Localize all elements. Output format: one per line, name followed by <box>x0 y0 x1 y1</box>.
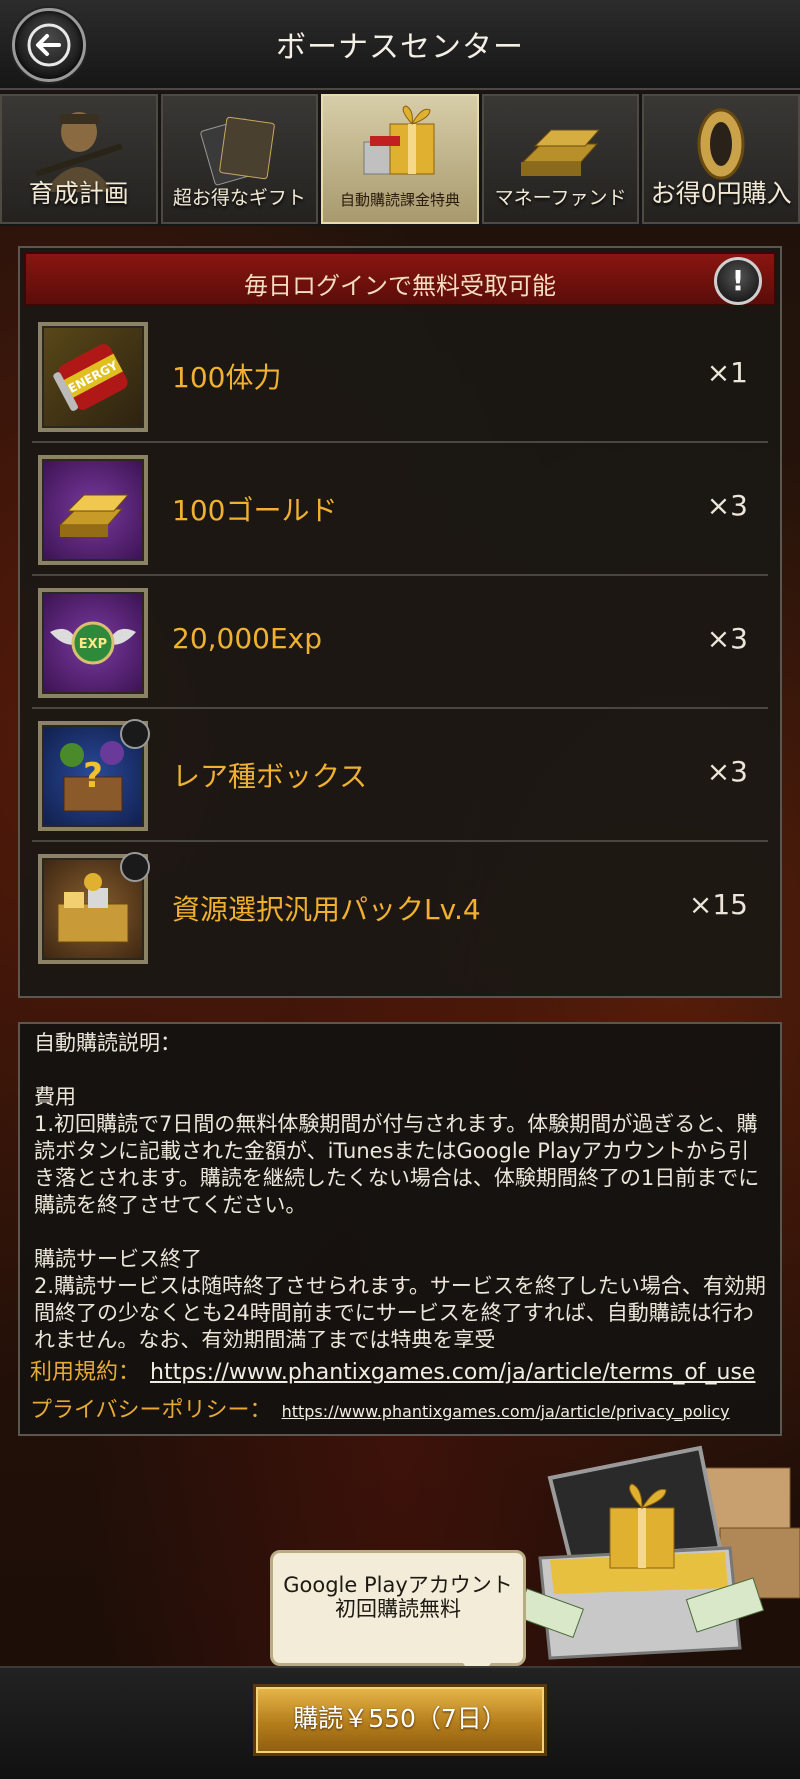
subscription-description-panel: 自動購読説明： 費用 1.初回購読で7日間の無料体験期間が付与されます。体験期間… <box>18 1022 782 1436</box>
terms-row: 利用規約： https://www.phantixgames.com/ja/art… <box>30 1354 770 1392</box>
reward-quantity: ×3 <box>706 755 748 788</box>
resource-pack-icon[interactable] <box>38 852 150 964</box>
reward-quantity: ×3 <box>706 489 748 522</box>
reward-quantity: ×1 <box>706 356 748 389</box>
cancellation-text: 2.購読サービスは随時終了させられます。サービスを終了したい場合、有効期間終了の… <box>34 1274 766 1348</box>
reward-row: 資源選択汎用パックLv.4 ×15 <box>32 842 768 975</box>
gold-bars-icon <box>520 129 600 176</box>
reward-name: 資源選択汎用パックLv.4 <box>172 893 481 926</box>
tab-money-fund[interactable]: マネーファンド <box>481 94 640 224</box>
reward-row: 100ゴールド ×3 <box>32 443 768 576</box>
banner-text: 毎日ログインで無料受取可能 <box>244 272 556 300</box>
rewards-panel: 毎日ログインで無料受取可能 ! ENERGY 100体力 ×1 100ゴールド … <box>18 246 782 998</box>
daily-login-banner: 毎日ログインで無料受取可能 ! <box>24 252 776 306</box>
footer-bar: 購読￥550（7日） <box>0 1666 800 1779</box>
reward-name: レア種ボックス <box>172 760 368 793</box>
info-button[interactable]: ! <box>714 257 762 305</box>
reward-quantity: ×15 <box>688 888 748 921</box>
tab-label: マネーファンド <box>494 187 627 209</box>
gift-box-icon <box>363 105 435 175</box>
energy-can-icon[interactable]: ENERGY <box>38 322 148 432</box>
tab-label: 超お得なギフト <box>172 187 306 209</box>
reward-name: 100ゴールド <box>172 494 338 527</box>
reward-quantity: ×3 <box>706 622 748 655</box>
subscribe-button[interactable]: 購読￥550（7日） <box>253 1684 547 1756</box>
cancellation-heading: 購読サービス終了 <box>34 1247 202 1271</box>
tab-label: 育成計画 <box>28 179 129 208</box>
cost-text: 1.初回購読で7日間の無料体験期間が付与されます。体験期間が過ぎると、購読ボタン… <box>34 1112 760 1217</box>
tab-auto-subscription[interactable]: 自動購読課金特典 <box>321 94 479 224</box>
tab-zero-yen-purchase[interactable]: お得0円購入 <box>642 94 800 224</box>
description-scroll-area[interactable]: 自動購読説明： 費用 1.初回購読で7日間の無料体験期間が付与されます。体験期間… <box>34 1030 766 1348</box>
privacy-label: プライバシーポリシー： <box>30 1398 272 1423</box>
reward-row: EXP 20,000Exp ×3 <box>32 576 768 709</box>
tab-label: お得0円購入 <box>650 179 792 208</box>
cost-heading: 費用 <box>34 1085 76 1109</box>
reward-list: ENERGY 100体力 ×1 100ゴールド ×3 EXP 20,000Exp… <box>32 310 768 975</box>
promo-bubble: Google Playアカウント初回購読無料 <box>270 1550 526 1683</box>
privacy-row: プライバシーポリシー： https://www.phantixgames.com/… <box>30 1392 770 1430</box>
gold-bars-icon[interactable] <box>38 455 148 565</box>
page-title: ボーナスセンター <box>276 30 524 65</box>
reward-row: ? レア種ボックス ×3 <box>32 709 768 842</box>
mystery-box-icon[interactable]: ? <box>38 719 150 831</box>
tab-bar: 育成計画 超お得なギフト 自動購読課金特典 マネーファンド お得0円購入 <box>0 92 800 226</box>
reward-row: ENERGY 100体力 ×1 <box>32 310 768 443</box>
magnifier-icon[interactable] <box>120 852 150 882</box>
legal-links: 利用規約： https://www.phantixgames.com/ja/art… <box>30 1354 770 1430</box>
svg-text:EXP: EXP <box>79 637 107 652</box>
reward-name: 20,000Exp <box>172 622 323 655</box>
reward-name: 100体力 <box>172 361 282 394</box>
terms-link[interactable]: https://www.phantixgames.com/ja/article/… <box>150 1360 755 1385</box>
cards-icon <box>200 116 276 186</box>
tab-super-gift[interactable]: 超お得なギフト <box>160 94 319 224</box>
description-title: 自動購読説明： <box>34 1031 181 1055</box>
svg-text:?: ? <box>83 756 103 796</box>
treasure-chest-image <box>520 1445 800 1660</box>
magnifier-icon[interactable] <box>120 719 150 749</box>
terms-label: 利用規約： <box>30 1360 141 1385</box>
header-bar: ボーナスセンター <box>0 0 800 90</box>
privacy-link[interactable]: https://www.phantixgames.com/ja/article/… <box>282 1402 730 1421</box>
exp-badge-icon[interactable]: EXP <box>38 588 148 698</box>
tab-label: 自動購読課金特典 <box>339 191 460 209</box>
tab-growth-plan[interactable]: 育成計画 <box>0 94 158 224</box>
